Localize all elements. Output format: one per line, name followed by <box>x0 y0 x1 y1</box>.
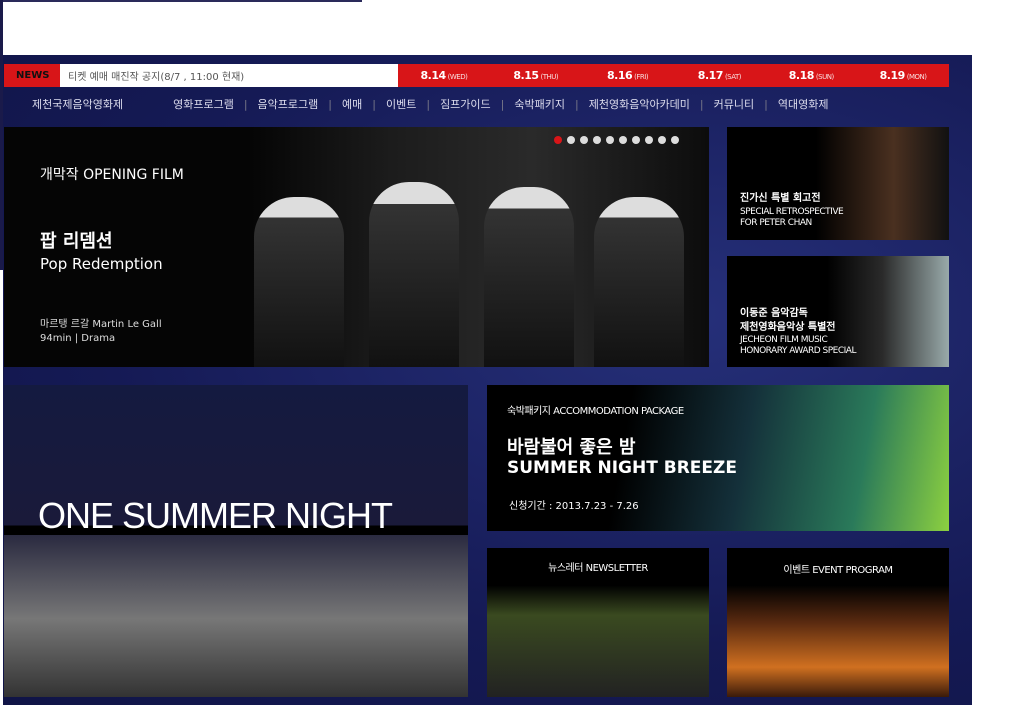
date-8.16[interactable]: 8.16 (FRI) <box>582 69 674 82</box>
date-8.15[interactable]: 8.15 (THU) <box>490 69 582 82</box>
card-title-en: SPECIAL RETROSPECTIVE <box>740 207 844 217</box>
event-label: 이벤트 EVENT PROGRAM <box>783 565 893 576</box>
acc-period: 신청기간 : 2013.7.23 - 7.26 <box>509 501 639 512</box>
date-8.19[interactable]: 8.19 (MON) <box>857 69 949 82</box>
nav-item[interactable]: 제천영화음악아카데미 <box>589 96 690 112</box>
card-title-kr: 이동준 음악감독 <box>740 308 808 319</box>
date-value: 8.15 <box>513 69 539 82</box>
date-8.18[interactable]: 8.18 (SUN) <box>765 69 857 82</box>
nav-separator: | <box>328 97 332 111</box>
slide-dot[interactable] <box>632 136 640 144</box>
film-director: 마르탱 르갈 Martin Le Gall <box>40 319 162 330</box>
nav-item[interactable]: 짐프가이드 <box>440 96 491 112</box>
event-program-card[interactable]: 이벤트 EVENT PROGRAM <box>727 548 949 697</box>
slide-dot[interactable] <box>554 136 562 144</box>
nav-separator: | <box>699 97 704 111</box>
card-title-kr: 진가신 특별 회고전 <box>740 193 821 204</box>
date-day: (THU) <box>540 73 559 81</box>
news-ticker[interactable]: NEWS 티켓 예매 매진작 공지(8/7 , 11:00 현재) <box>4 64 398 87</box>
date-day: (MON) <box>906 73 927 81</box>
nav-separator: | <box>575 97 579 111</box>
date-value: 8.14 <box>420 69 446 82</box>
nav-separator: | <box>500 97 505 111</box>
accommodation-package-banner[interactable]: 숙박패키지 ACCOMMODATION PACKAGE 바람불어 좋은 밤 SU… <box>487 385 949 531</box>
nav-item[interactable]: 영화프로그램 <box>173 96 234 112</box>
slide-dot[interactable] <box>606 136 614 144</box>
date-8.14[interactable]: 8.14 (WED) <box>398 69 490 82</box>
nav-separator: | <box>426 97 431 111</box>
date-value: 8.19 <box>879 69 906 82</box>
newsletter-label: 뉴스레터 NEWSLETTER <box>548 563 648 574</box>
card-title-en: JECHEON FILM MUSIC <box>740 335 828 345</box>
slide-dot[interactable] <box>671 136 679 144</box>
date-day: (WED) <box>447 73 468 81</box>
news-text[interactable]: 티켓 예매 매진작 공지(8/7 , 11:00 현재) <box>68 68 244 83</box>
film-music-award-card[interactable]: 이동준 음악감독 제천영화음악상 특별전 JECHEON FILM MUSIC … <box>727 256 949 367</box>
acc-title-en: SUMMER NIGHT BREEZE <box>507 458 737 478</box>
nav-separator: | <box>372 97 376 111</box>
date-value: 8.16 <box>607 69 633 82</box>
opening-film-banner[interactable]: 개막작 OPENING FILM 팝 리뎀션 Pop Redemption 마르… <box>4 127 709 367</box>
nav-separator: | <box>243 97 248 111</box>
nav-separator: | <box>764 97 768 111</box>
band-member <box>254 197 344 367</box>
film-title-en: Pop Redemption <box>40 255 163 273</box>
card-title-en: HONORARY AWARD SPECIAL <box>740 346 856 356</box>
date-day: (SAT) <box>724 73 742 81</box>
card-title-en: FOR PETER CHAN <box>740 218 812 228</box>
slide-dot[interactable] <box>567 136 575 144</box>
slide-indicator <box>554 136 679 144</box>
acc-label: 숙박패키지 ACCOMMODATION PACKAGE <box>507 406 684 417</box>
peter-chan-retrospective-card[interactable]: 진가신 특별 회고전 SPECIAL RETROSPECTIVE FOR PET… <box>727 127 949 240</box>
nav-item[interactable]: 숙박패키지 <box>514 96 565 112</box>
acc-title-kr: 바람불어 좋은 밤 <box>507 437 636 458</box>
card-title-kr: 제천영화음악상 특별전 <box>740 322 836 333</box>
date-day: (SUN) <box>815 73 834 81</box>
news-label: NEWS <box>4 64 60 87</box>
osn-title: ONE SUMMER NIGHT <box>38 495 393 536</box>
banner-label: 개막작 OPENING FILM <box>40 167 184 183</box>
date-value: 8.18 <box>788 69 815 82</box>
date-value: 8.17 <box>697 69 724 82</box>
date-day: (FRI) <box>634 73 649 81</box>
date-8.17[interactable]: 8.17 (SAT) <box>673 69 765 82</box>
nav-item[interactable]: 제천국제음악영화제 <box>32 96 123 112</box>
band-member <box>594 197 684 367</box>
festival-dates: 8.14 (WED) 8.15 (THU) 8.16 (FRI) 8.17 (SAT) 8.18… <box>398 64 949 87</box>
band-member <box>369 182 459 367</box>
band-member <box>484 187 574 367</box>
main-nav: 제천국제음악영화제 영화프로그램 | 음악프로그램 | 예매 | 이벤트 | 짐프가이드 | 숙박패키… <box>22 96 838 112</box>
nav-item[interactable]: 역대영화제 <box>778 96 829 112</box>
nav-item[interactable]: 이벤트 <box>386 96 416 112</box>
film-title-kr: 팝 리뎀션 <box>40 231 113 252</box>
slide-dot[interactable] <box>593 136 601 144</box>
slide-dot[interactable] <box>580 136 588 144</box>
film-info: 94min | Drama <box>40 333 116 344</box>
nav-item[interactable]: 예매 <box>342 96 362 112</box>
newsletter-card[interactable]: 뉴스레터 NEWSLETTER <box>487 548 709 697</box>
one-summer-night-banner[interactable]: ONE SUMMER NIGHT <box>4 385 468 697</box>
nav-item[interactable]: 커뮤니티 <box>714 96 754 112</box>
nav-item[interactable]: 음악프로그램 <box>258 96 319 112</box>
slide-dot[interactable] <box>619 136 627 144</box>
slide-dot[interactable] <box>658 136 666 144</box>
top-divider <box>0 0 362 2</box>
slide-dot[interactable] <box>645 136 653 144</box>
